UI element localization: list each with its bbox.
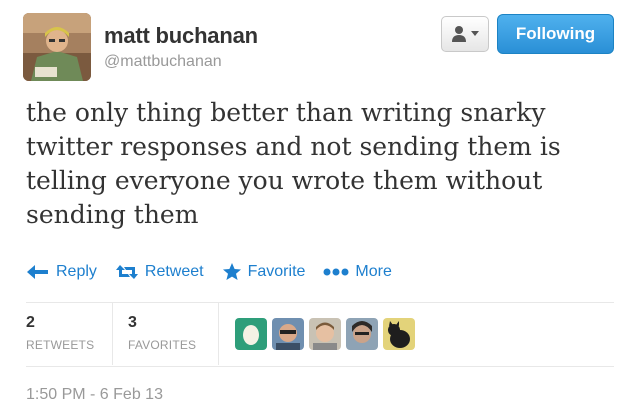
retweet-icon (115, 265, 138, 279)
favorite-count[interactable]: 3 (128, 314, 137, 332)
avatar[interactable] (383, 318, 415, 350)
retweet-count[interactable]: 2 (26, 314, 35, 332)
more-dots-icon (323, 268, 349, 276)
user-fullname[interactable]: matt buchanan (104, 23, 258, 49)
reply-action[interactable]: Reply (26, 263, 97, 281)
star-icon (222, 263, 241, 280)
divider (26, 366, 614, 367)
avatar[interactable] (309, 318, 341, 350)
avatar[interactable] (272, 318, 304, 350)
divider (112, 303, 113, 365)
divider (26, 302, 614, 303)
avatar[interactable] (235, 318, 267, 350)
favorites-label[interactable]: FAVORITES (128, 338, 196, 352)
tweet-line: twitter responses and not sending them i… (26, 132, 561, 161)
favorite-action[interactable]: Favorite (222, 262, 306, 282)
user-handle[interactable]: @mattbuchanan (104, 53, 222, 71)
tweet-line: telling everyone you wrote them without (26, 166, 543, 195)
avatar[interactable] (346, 318, 378, 350)
tweet-timestamp[interactable]: 1:50 PM - 6 Feb 13 (26, 386, 163, 400)
favorite-label: Favorite (247, 263, 306, 280)
favoriters-avatars (235, 318, 415, 350)
person-icon (452, 26, 466, 42)
following-button[interactable]: Following (497, 14, 614, 54)
retweet-action[interactable]: Retweet (115, 263, 204, 281)
tweet-actions: Reply Retweet Favorite More (26, 262, 410, 282)
reply-label: Reply (56, 263, 97, 280)
avatar[interactable] (23, 13, 91, 81)
user-actions-dropdown[interactable] (441, 16, 489, 52)
tweet-card: matt buchanan @mattbuchanan Following th… (0, 0, 620, 400)
tweet-line: sending them (26, 200, 199, 229)
reply-icon (27, 265, 48, 279)
caret-down-icon (471, 31, 479, 36)
divider (218, 303, 219, 365)
more-action[interactable]: More (323, 263, 392, 281)
retweet-label: Retweet (144, 263, 204, 280)
retweets-label[interactable]: RETWEETS (26, 338, 94, 352)
more-label: More (355, 263, 392, 280)
tweet-text: the only thing better than writing snark… (26, 96, 606, 232)
tweet-line: the only thing better than writing snark… (26, 98, 546, 127)
